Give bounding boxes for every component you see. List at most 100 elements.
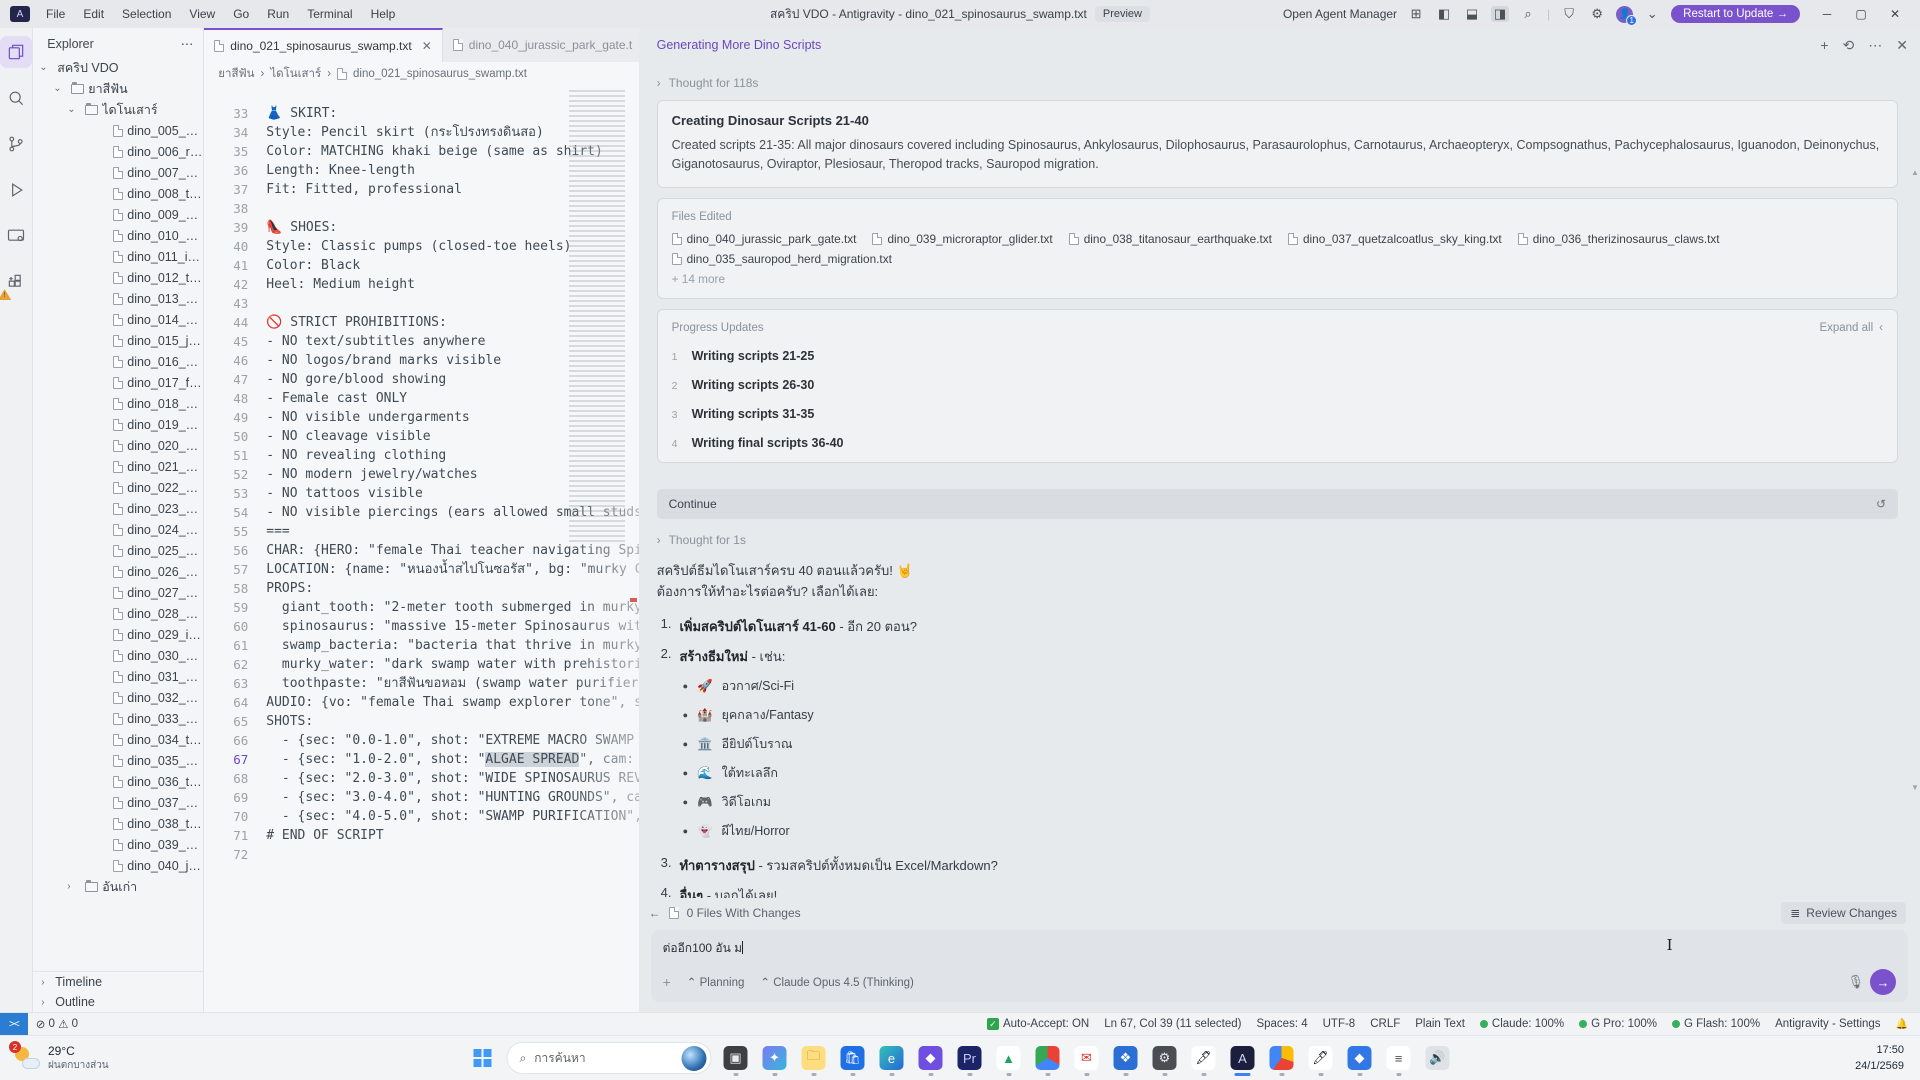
taskbar-app-copilot[interactable]: ✦ <box>758 1039 792 1077</box>
thought-toggle-2[interactable]: › Thought for 1s <box>657 533 1898 547</box>
tree-item[interactable]: dino_018_dino... <box>33 393 203 414</box>
taskbar-app-edge[interactable]: e <box>875 1039 909 1077</box>
taskbar-app-gmail[interactable]: ✉ <box>1070 1039 1104 1077</box>
tree-item[interactable]: › อันเก่า <box>33 876 203 897</box>
tree-item[interactable]: dino_038_titan... <box>33 813 203 834</box>
conversation-scroll-area[interactable]: › Thought for 118s Creating Dinosaur Scr… <box>639 62 1920 898</box>
code-line[interactable]: 71 # END OF SCRIPT <box>204 826 638 845</box>
code-editor[interactable]: 33 👗 SKIRT: 34 Style: Pencil skirt (กระโ… <box>204 86 638 1012</box>
toggle-sidebar-icon[interactable]: ◧ <box>1435 6 1453 22</box>
extensions-icon[interactable]: ! <box>0 266 32 298</box>
model-quota[interactable]: G Flash: 100% <box>1672 1018 1760 1030</box>
tree-item[interactable]: dino_024_para... <box>33 519 203 540</box>
code-line[interactable]: 69 - {sec: "3.0-4.0", shot: "HUNTING GRO… <box>204 788 638 807</box>
edited-file-chip[interactable]: dino_038_titanosaur_earthquake.txt <box>1069 232 1272 246</box>
code-line[interactable]: 63 toothpaste: "ยาสีฟันขอหอม (swamp wate… <box>204 674 638 693</box>
tree-item[interactable]: dino_019_pang... <box>33 414 203 435</box>
account-avatar[interactable]: 👤1 <box>1616 6 1633 23</box>
progress-item[interactable]: 1 Writing scripts 21-25 <box>672 349 1883 363</box>
auto-accept-toggle[interactable]: ✓Auto-Accept: ON <box>987 1018 1089 1030</box>
code-line[interactable]: 66 - {sec: "0.0-1.0", shot: "EXTREME MAC… <box>204 731 638 750</box>
menu-item[interactable]: Terminal <box>299 4 360 24</box>
explorer-more-icon[interactable]: ⋯ <box>181 36 194 51</box>
cursor-position[interactable]: Ln 67, Col 39 (11 selected) <box>1104 1018 1241 1030</box>
editor-tab[interactable]: dino_021_spinosaurus_swamp.txt ✕ <box>204 28 443 62</box>
code-line[interactable]: 65 SHOTS: <box>204 712 638 731</box>
code-line[interactable]: 64 AUDIO: {vo: "female Thai swamp explor… <box>204 693 638 712</box>
tree-item[interactable]: dino_030_dein... <box>33 645 203 666</box>
taskbar-app-chrome-profile[interactable] <box>1265 1039 1299 1077</box>
tree-item[interactable]: dino_021_spin... <box>33 456 203 477</box>
tree-item[interactable]: dino_032_ovira... <box>33 687 203 708</box>
taskbar-app-vs[interactable]: ❖ <box>1109 1039 1143 1077</box>
expand-all-button[interactable]: Expand all ‹ <box>1819 322 1883 334</box>
tree-item[interactable]: dino_020_extin... <box>33 435 203 456</box>
weather-widget[interactable]: 2 29°C ฝนตกบางส่วน <box>0 1044 109 1073</box>
breadcrumb-file[interactable]: dino_021_spinosaurus_swamp.txt <box>353 68 527 80</box>
model-selector[interactable]: ⌃ Claude Opus 4.5 (Thinking) <box>760 975 913 989</box>
tree-item[interactable]: dino_008_tar_p... <box>33 183 203 204</box>
taskbar-app-store[interactable]: 🛍 <box>836 1039 870 1077</box>
more-files-chip[interactable]: + 14 more <box>672 272 725 286</box>
tree-item[interactable]: dino_006_rapt... <box>33 141 203 162</box>
bell-icon[interactable]: 🔔 <box>1896 1019 1908 1030</box>
tree-item[interactable]: dino_022_ankyl... <box>33 477 203 498</box>
explorer-icon[interactable] <box>0 36 32 68</box>
toggle-panel-icon[interactable]: ⬓ <box>1463 6 1481 22</box>
taskbar-app-premiere[interactable]: Pr <box>953 1039 987 1077</box>
menu-item[interactable]: Edit <box>75 4 112 24</box>
code-line[interactable]: 61 swamp_bacteria: "bacteria that thrive… <box>204 636 638 655</box>
menu-item[interactable]: Go <box>225 4 257 24</box>
back-icon[interactable]: ← <box>649 906 661 920</box>
progress-item[interactable]: 4 Writing final scripts 36-40 <box>672 436 1883 450</box>
tree-item[interactable]: ⌄ ไดโนเสาร์ <box>33 99 203 120</box>
tree-item[interactable]: ⌄ สคริป VDO <box>33 57 203 78</box>
tree-item[interactable]: dino_028_pach... <box>33 603 203 624</box>
tree-item[interactable]: dino_037_quet... <box>33 792 203 813</box>
start-button[interactable] <box>466 1041 500 1075</box>
code-line[interactable]: 57 LOCATION: {name: "หนองน้ำสไปโนซอรัส",… <box>204 560 638 579</box>
menu-item[interactable]: Help <box>363 4 404 24</box>
close-button[interactable]: ✕ <box>1878 4 1912 24</box>
edited-file-chip[interactable]: dino_035_sauropod_herd_migration.txt <box>672 252 892 266</box>
edited-file-chip[interactable]: dino_037_quetzalcoatlus_sky_king.txt <box>1288 232 1502 246</box>
taskbar-app-clipchamp[interactable]: ◆ <box>914 1039 948 1077</box>
taskbar-app-antigravity[interactable]: A <box>1226 1039 1260 1077</box>
taskbar-app-gemini[interactable]: ◆ <box>1343 1039 1377 1077</box>
code-line[interactable]: 68 - {sec: "2.0-3.0", shot: "WIDE SPINOS… <box>204 769 638 788</box>
toggle-secondary-sidebar-icon[interactable]: ◨ <box>1491 6 1509 22</box>
agent-scrollbar[interactable]: ▲▼ <box>1910 182 1918 778</box>
breadcrumb[interactable]: ยาสีฟัน › ไดโนเสาร์ › dino_021_spinosaur… <box>204 62 638 86</box>
taskbar-app-file-explorer[interactable]: 🗀 <box>797 1039 831 1077</box>
menu-item[interactable]: Selection <box>114 4 179 24</box>
minimap[interactable] <box>569 90 625 542</box>
code-line[interactable]: 59 giant_tooth: "2-meter tooth submerged… <box>204 598 638 617</box>
run-debug-icon[interactable] <box>0 174 32 206</box>
editor-tab[interactable]: dino_040_jurassic_park_gate.t <box>443 28 653 62</box>
antigravity-settings[interactable]: Antigravity - Settings <box>1775 1018 1880 1030</box>
tree-item[interactable]: dino_012_tricer... <box>33 267 203 288</box>
tree-item[interactable]: ⌄ ยาสีฟัน <box>33 78 203 99</box>
tree-item[interactable]: dino_040_juras... <box>33 855 203 876</box>
close-panel-icon[interactable]: ✕ <box>1896 37 1908 54</box>
tree-item[interactable]: dino_023_dilop... <box>33 498 203 519</box>
tree-item[interactable]: dino_039_micr... <box>33 834 203 855</box>
eol-setting[interactable]: CRLF <box>1370 1018 1400 1030</box>
tab-close-icon[interactable]: ✕ <box>422 39 432 53</box>
tree-item[interactable]: dino_010_steg... <box>33 225 203 246</box>
attach-button[interactable]: + <box>663 974 671 990</box>
chevron-down-icon[interactable]: ⌄ <box>1643 6 1661 22</box>
tree-item[interactable]: dino_025_carn... <box>33 540 203 561</box>
planning-mode-selector[interactable]: ⌃ Planning <box>687 975 745 989</box>
tree-item[interactable]: dino_015_juras... <box>33 330 203 351</box>
history-icon[interactable]: ⟲ <box>1843 37 1855 54</box>
progress-item[interactable]: 3 Writing scripts 31-35 <box>672 407 1883 421</box>
new-conversation-icon[interactable]: + <box>1820 37 1828 54</box>
customize-layout-icon[interactable]: ⊞ <box>1407 6 1425 22</box>
tree-item[interactable]: dino_016_mos... <box>33 351 203 372</box>
language-mode[interactable]: Plain Text <box>1415 1018 1465 1030</box>
taskbar-app-settings[interactable]: ⚙ <box>1148 1039 1182 1077</box>
menu-item[interactable]: File <box>38 4 73 24</box>
more-icon[interactable]: ⋯ <box>1868 37 1882 54</box>
preview-badge[interactable]: Preview <box>1095 6 1150 22</box>
